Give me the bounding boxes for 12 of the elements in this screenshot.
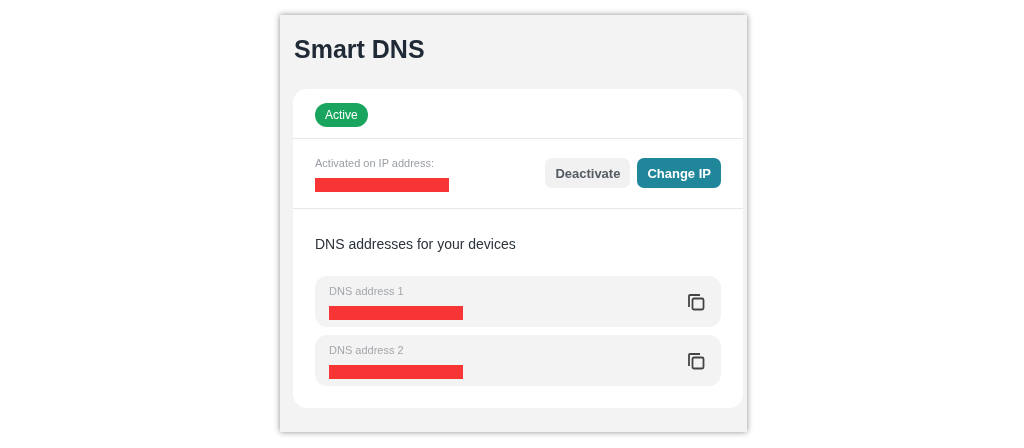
section-heading: DNS addresses for your devices: [314, 235, 517, 254]
field-label: DNS address 1: [329, 284, 405, 300]
deactivate-button[interactable]: Deactivate: [545, 158, 631, 189]
ip-label: Activated on IP address:: [315, 155, 436, 171]
field-label: DNS address 2: [329, 343, 405, 359]
copy-icon[interactable]: [686, 350, 706, 371]
copy-icon[interactable]: [686, 291, 706, 312]
change-ip-button[interactable]: Change IP: [637, 158, 721, 189]
page-title: Smart DNS: [294, 34, 426, 65]
dns-address-field[interactable]: DNS address 1: [315, 276, 721, 327]
dns-address-field[interactable]: DNS address 2: [315, 335, 721, 386]
status-badge: Active: [315, 102, 368, 127]
